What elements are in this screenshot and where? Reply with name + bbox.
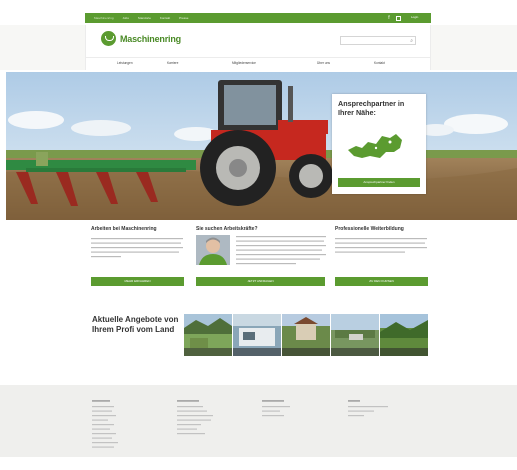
column-training-title: Professionelle Weiterbildung xyxy=(335,226,404,232)
offer-label-4 xyxy=(380,348,428,356)
offer-tile-2[interactable] xyxy=(282,314,330,356)
offer-label-3 xyxy=(331,348,379,356)
column-workers-text-lines xyxy=(236,236,326,265)
offer-label-1 xyxy=(233,348,281,356)
offer-tile-3[interactable] xyxy=(331,314,379,356)
nav-item-0[interactable]: Leistungen xyxy=(117,61,133,65)
nav-item-3[interactable]: Über uns xyxy=(317,61,330,65)
main-nav: Leistungen Karriere Mitgliederservice Üb… xyxy=(85,57,431,70)
footer-column-1 xyxy=(177,397,217,441)
column-jobs-title: Arbeiten bei Maschinenring xyxy=(91,226,157,232)
logo-icon[interactable] xyxy=(101,31,116,46)
hero-image xyxy=(6,72,517,220)
nav-item-2[interactable]: Mitgliederservice xyxy=(232,61,256,65)
logo-text[interactable]: Maschinenring xyxy=(120,34,181,44)
column-jobs-text-lines xyxy=(91,238,183,258)
nav-item-1[interactable]: Karriere xyxy=(167,61,178,65)
search-icon[interactable]: ⌕ xyxy=(410,38,413,44)
training-button[interactable]: ZU DEN KURSEN xyxy=(335,277,428,286)
share-icon[interactable] xyxy=(396,15,401,21)
offer-tile-0[interactable] xyxy=(184,314,232,356)
offer-tile-4[interactable] xyxy=(380,314,428,356)
footer-links-3[interactable] xyxy=(348,400,392,420)
footer-links-1[interactable] xyxy=(177,400,217,440)
nav-item-4[interactable]: Kontakt xyxy=(374,61,385,65)
offer-label-0 xyxy=(184,348,232,356)
jobs-button[interactable]: MEHR ERFAHREN xyxy=(91,277,184,286)
footer-column-2 xyxy=(262,397,298,425)
footer-links-0[interactable] xyxy=(92,400,122,448)
austria-map-icon xyxy=(348,134,402,158)
column-training-text-lines xyxy=(335,238,427,253)
footer-column-0 xyxy=(92,397,122,449)
contact-title: Ansprechpartner in Ihrer Nähe: xyxy=(338,99,405,117)
offers-title: Aktuelle Angebote von Ihrem Profi vom La… xyxy=(92,315,179,334)
login-link[interactable]: Login xyxy=(411,15,418,19)
topbar-link-0[interactable]: Maschinenring xyxy=(94,16,114,20)
offer-tile-1[interactable] xyxy=(233,314,281,356)
worker-photo xyxy=(196,235,230,265)
offer-label-2 xyxy=(282,348,330,356)
column-jobs: Arbeiten bei Maschinenring xyxy=(91,226,187,259)
top-bar: Maschinenring Jobs Standorte Kontakt Pre… xyxy=(85,13,431,23)
column-training: Professionelle Weiterbildung xyxy=(335,226,430,259)
facebook-icon[interactable]: f xyxy=(386,15,392,21)
worker-portrait xyxy=(196,235,230,265)
search-input[interactable]: ⌕ xyxy=(340,36,416,45)
workers-button[interactable]: JETZT ANFRAGEN xyxy=(196,277,325,286)
sub-footer xyxy=(0,457,517,470)
footer-links-2[interactable] xyxy=(262,400,298,424)
topbar-link-3[interactable]: Kontakt xyxy=(160,16,170,20)
contact-finder-box: Ansprechpartner in Ihrer Nähe: Ansprechp… xyxy=(332,94,426,194)
footer-column-3 xyxy=(348,397,392,421)
topbar-link-4[interactable]: Presse xyxy=(179,16,188,20)
topbar-link-2[interactable]: Standorte xyxy=(138,16,151,20)
contact-finder-button[interactable]: Ansprechpartner finden xyxy=(338,178,420,187)
footer xyxy=(0,385,517,457)
topbar-link-1[interactable]: Jobs xyxy=(123,16,129,20)
hero-tractor-photo xyxy=(6,72,517,220)
column-workers-title: Sie suchen Arbeitskräfte? xyxy=(196,226,258,232)
